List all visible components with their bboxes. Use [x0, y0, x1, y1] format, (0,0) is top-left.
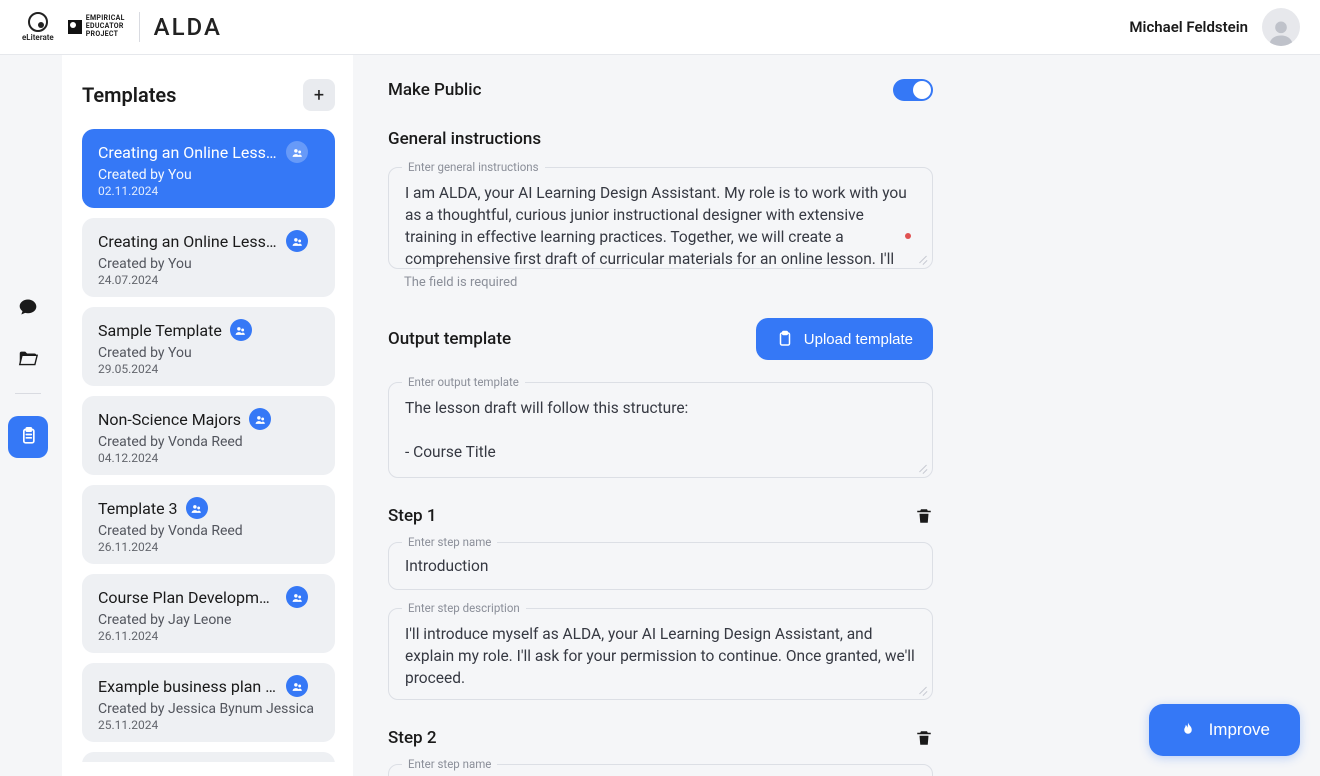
template-title: Course Plan Development [98, 588, 278, 607]
make-public-label: Make Public [388, 80, 481, 100]
eliterate-logo-label: eLiterate [22, 34, 54, 42]
templates-sidebar: Templates + Creating an Online Lesson v2… [62, 55, 353, 776]
template-date: 26.11.2024 [98, 629, 319, 643]
step-name-legend: Enter step name [402, 757, 497, 771]
template-title: Example business plan assi... [98, 677, 278, 696]
step-desc-legend: Enter step description [402, 601, 526, 615]
shared-icon [286, 141, 308, 163]
header-user-group: Michael Feldstein [1129, 8, 1300, 46]
shared-icon [286, 675, 308, 697]
improve-button[interactable]: Improve [1149, 704, 1300, 756]
template-date: 24.07.2024 [98, 273, 319, 287]
template-creator: Created by Vonda Reed [98, 523, 319, 539]
step-desc-input[interactable]: I'll introduce myself as ALDA, your AI L… [388, 608, 933, 700]
step-label: Step 2 [388, 728, 437, 748]
make-public-row: Make Public [388, 79, 933, 101]
template-item[interactable]: Course Plan Development Created by Jay Le… [82, 574, 335, 653]
avatar[interactable] [1262, 8, 1300, 46]
general-instructions-legend: Enter general instructions [402, 160, 545, 174]
eliterate-logo: eLiterate [22, 12, 54, 42]
template-item[interactable]: Template 3 Created by Vonda Reed26.11.202… [82, 485, 335, 564]
template-creator: Created by You [98, 345, 319, 361]
output-template-legend: Enter output template [402, 375, 525, 389]
template-item[interactable]: Example Backwards DesignCreated by Jessi… [82, 752, 335, 762]
eep-logo: EMPIRICAL EDUCATOR PROJECT [68, 15, 125, 38]
sidebar-title: Templates [82, 83, 176, 107]
template-title: Sample Template [98, 321, 222, 340]
template-title: Template 3 [98, 499, 178, 518]
template-title: Non-Science Majors [98, 410, 241, 429]
alda-wordmark: ALDA [154, 13, 222, 41]
improve-label: Improve [1209, 720, 1270, 740]
delete-step-button[interactable] [915, 729, 933, 747]
template-list[interactable]: Creating an Online Lesson v2 Created by Y… [62, 129, 353, 762]
shared-icon [230, 319, 252, 341]
template-title: Creating an Online Lesson [98, 232, 278, 251]
eep-logo-icon [68, 20, 82, 34]
flame-icon [1179, 721, 1197, 739]
template-creator: Created by Jessica Bynum Jessica [98, 701, 319, 717]
username-label: Michael Feldstein [1129, 18, 1248, 36]
template-title: Creating an Online Lesson v2 [98, 143, 278, 162]
step-label: Step 1 [388, 506, 437, 526]
output-template-input[interactable] [388, 382, 933, 478]
eep-line3: PROJECT [86, 31, 125, 39]
template-date: 29.05.2024 [98, 362, 319, 376]
brand-divider [139, 12, 140, 42]
upload-template-button[interactable]: Upload template [756, 318, 933, 360]
template-item[interactable]: Sample Template Created by You29.05.2024 [82, 307, 335, 386]
general-instructions-helper: The field is required [404, 275, 933, 290]
upload-template-label: Upload template [804, 331, 913, 348]
general-instructions-input[interactable] [388, 167, 933, 269]
delete-step-button[interactable] [915, 507, 933, 525]
clipboard-icon [776, 330, 794, 348]
step-name-input[interactable] [388, 542, 933, 590]
eliterate-logo-icon [28, 12, 48, 32]
template-creator: Created by You [98, 256, 319, 272]
app-header: eLiterate EMPIRICAL EDUCATOR PROJECT ALD… [0, 0, 1320, 55]
general-instructions-label: General instructions [388, 129, 933, 149]
template-item[interactable]: Creating an Online Lesson v2 Created by Y… [82, 129, 335, 208]
nav-chat-icon[interactable] [16, 295, 40, 319]
nav-rail [0, 55, 56, 776]
avatar-icon [1267, 18, 1295, 46]
nav-folder-icon[interactable] [16, 347, 40, 371]
add-template-button[interactable]: + [303, 79, 335, 111]
template-date: 26.11.2024 [98, 540, 319, 554]
template-date: 25.11.2024 [98, 718, 319, 732]
shared-icon [286, 230, 308, 252]
main-content[interactable]: Make Public General instructions Enter g… [370, 55, 1320, 776]
template-item[interactable]: Example business plan assi... Created by … [82, 663, 335, 742]
template-date: 04.12.2024 [98, 451, 319, 465]
shared-icon [249, 408, 271, 430]
shared-icon [186, 497, 208, 519]
template-date: 02.11.2024 [98, 184, 319, 198]
header-brand-group: eLiterate EMPIRICAL EDUCATOR PROJECT ALD… [22, 12, 222, 42]
nav-templates-icon[interactable] [8, 416, 48, 458]
shared-icon [286, 586, 308, 608]
nav-divider [15, 393, 41, 394]
template-creator: Created by Vonda Reed [98, 434, 319, 450]
template-creator: Created by Jay Leone [98, 612, 319, 628]
output-template-label: Output template [388, 329, 511, 349]
template-item[interactable]: Non-Science Majors Created by Vonda Reed0… [82, 396, 335, 475]
template-creator: Created by You [98, 167, 319, 183]
template-item[interactable]: Creating an Online Lesson Created by You2… [82, 218, 335, 297]
make-public-toggle[interactable] [893, 79, 933, 101]
truncation-indicator-icon [905, 233, 911, 239]
step-name-legend: Enter step name [402, 535, 497, 549]
